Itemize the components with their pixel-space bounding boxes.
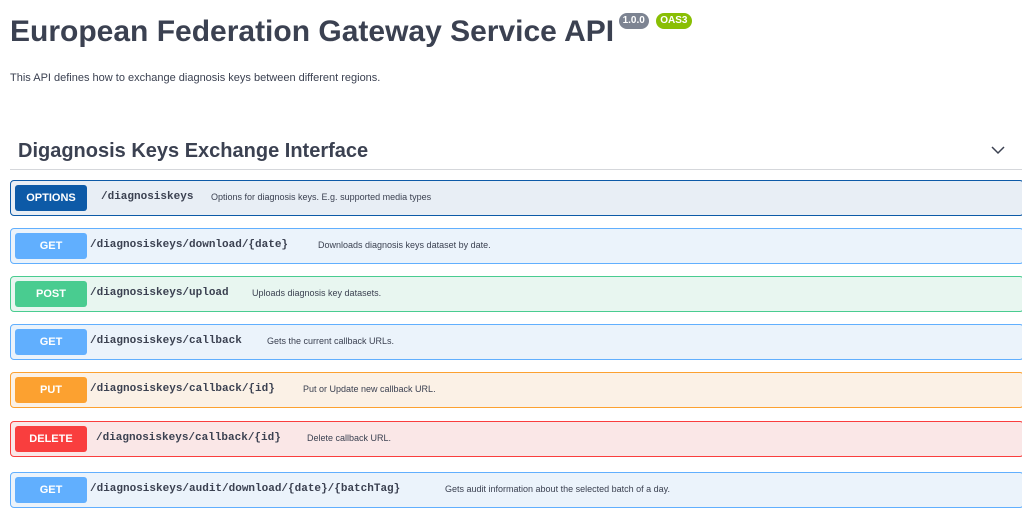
operation-path: /diagnosiskeys/callback/{id} (96, 432, 281, 444)
method-badge: DELETE (15, 426, 87, 452)
version-badge: 1.0.0 (618, 13, 649, 29)
operation-get-callback[interactable]: GET /diagnosiskeys/callback Gets the cur… (10, 324, 1022, 360)
operation-post-upload[interactable]: POST /diagnosiskeys/upload Uploads diagn… (10, 276, 1022, 312)
operation-summary: Downloads diagnosis keys dataset by date… (318, 240, 491, 250)
operation-path: /diagnosiskeys/callback/{id} (90, 383, 275, 395)
operation-summary: Options for diagnosis keys. E.g. support… (211, 192, 432, 202)
operation-summary: Uploads diagnosis key datasets. (252, 288, 382, 298)
operation-path: /diagnosiskeys/callback (90, 335, 242, 347)
operation-get-download-date[interactable]: GET /diagnosiskeys/download/{date} Downl… (10, 228, 1022, 264)
operation-delete-callback-id[interactable]: DELETE /diagnosiskeys/callback/{id} Dele… (10, 421, 1022, 457)
oas-badge: OAS3 (656, 13, 692, 29)
method-badge: GET (15, 329, 87, 355)
operation-path: /diagnosiskeys/download/{date} (90, 239, 289, 251)
operation-summary: Delete callback URL. (307, 433, 392, 443)
operation-path: /diagnosiskeys/audit/download/{date}/{ba… (90, 483, 401, 495)
api-title-row: European Federation Gateway Service API … (10, 10, 692, 54)
page-title: European Federation Gateway Service API (10, 15, 615, 48)
section-title[interactable]: Digagnosis Keys Exchange Interface (18, 140, 368, 163)
chevron-down-icon[interactable] (990, 142, 1006, 158)
method-badge: GET (15, 233, 87, 259)
operation-put-callback-id[interactable]: PUT /diagnosiskeys/callback/{id} Put or … (10, 372, 1022, 408)
operation-options-diagnosiskeys[interactable]: OPTIONS /diagnosiskeys Options for diagn… (10, 180, 1022, 216)
method-badge: GET (15, 477, 87, 503)
method-badge: PUT (15, 377, 87, 403)
tag-section-header[interactable]: Digagnosis Keys Exchange Interface (10, 130, 1022, 170)
operation-summary: Put or Update new callback URL. (303, 384, 436, 394)
operation-summary: Gets the current callback URLs. (267, 336, 395, 346)
method-badge: OPTIONS (15, 185, 87, 211)
operation-summary: Gets audit information about the selecte… (445, 484, 670, 494)
method-badge: POST (15, 281, 87, 307)
api-description: This API defines how to exchange diagnos… (10, 72, 381, 84)
operation-path: /diagnosiskeys (101, 191, 194, 203)
operation-path: /diagnosiskeys/upload (90, 287, 229, 299)
